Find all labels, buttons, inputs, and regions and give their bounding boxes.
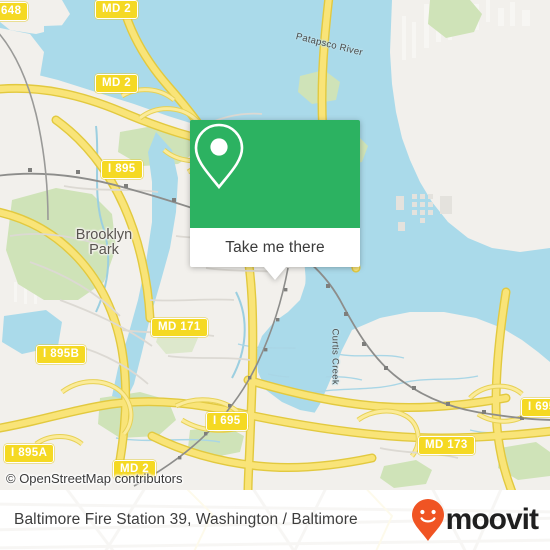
- take-me-there-label: Take me there: [225, 238, 325, 256]
- road-shield-md-2-mid: MD 2: [95, 74, 139, 93]
- road-shield-i-895: I 895: [101, 160, 143, 179]
- map-pin-icon: [194, 123, 244, 190]
- location-title: Baltimore Fire Station 39, Washington / …: [14, 511, 358, 528]
- bottom-info-bar: Baltimore Fire Station 39, Washington / …: [0, 490, 550, 550]
- road-shield-md-648: 648: [0, 2, 29, 21]
- road-shield-i-695-right: I 695: [521, 398, 550, 417]
- moovit-wordmark: moovit: [445, 503, 539, 536]
- popup-pin-area: [190, 120, 360, 228]
- popup-action-area[interactable]: Take me there: [190, 228, 360, 267]
- location-popup-card[interactable]: Take me there: [190, 120, 360, 280]
- road-shield-i-695-center: I 695: [206, 412, 248, 431]
- popup-pointer-tail: [264, 267, 286, 280]
- map-screenshot: Brooklyn Park Patapsco River Curtis Cree…: [0, 0, 550, 550]
- road-shield-i-895a: I 895A: [4, 444, 55, 463]
- road-shield-i-895b: I 895B: [36, 345, 87, 364]
- map-canvas[interactable]: Brooklyn Park Patapsco River Curtis Cree…: [0, 0, 550, 490]
- moovit-smiley-pin-icon: [411, 499, 444, 541]
- road-shield-md-2-north: MD 2: [95, 0, 139, 19]
- road-shield-md-171: MD 171: [151, 318, 208, 337]
- osm-attribution[interactable]: © OpenStreetMap contributors: [6, 471, 183, 486]
- road-shield-md-173: MD 173: [418, 436, 475, 455]
- moovit-brand: moovit: [411, 498, 539, 542]
